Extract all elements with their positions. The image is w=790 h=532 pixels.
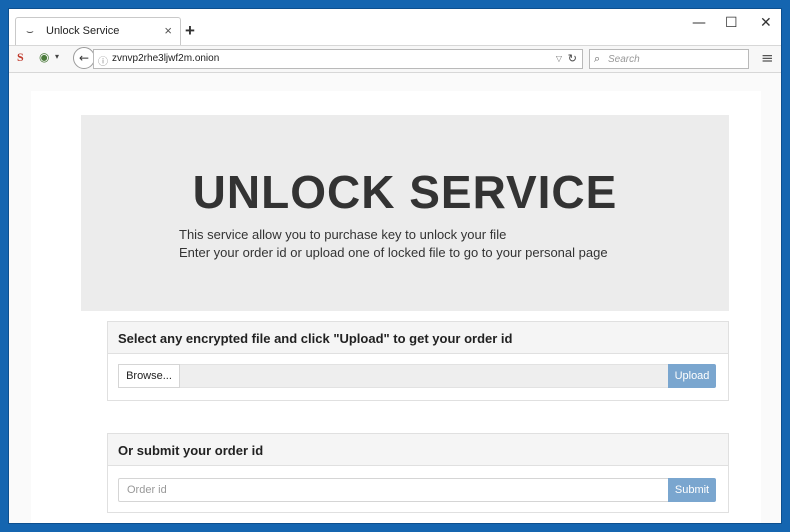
order-panel-heading: Or submit your order id bbox=[108, 434, 728, 466]
page-content: UNLOCK SERVICE This service allow you to… bbox=[9, 73, 781, 523]
tab-title: Unlock Service bbox=[46, 25, 120, 37]
upload-button[interactable]: Upload bbox=[668, 364, 716, 388]
tab-strip: ⌣ Unlock Service × + — ☐ ✕ bbox=[9, 9, 781, 45]
browser-toolbar: S ◉ ▾ ← ⓘ zvnvp2rhe3ljwf2m.onion ▽ ↻ ⌕ ≡ bbox=[9, 45, 781, 73]
order-id-row: Submit bbox=[118, 478, 718, 502]
browser-window: ⌣ Unlock Service × + — ☐ ✕ S ◉ ▾ ← ⓘ zvn… bbox=[8, 8, 782, 524]
intro-text-line-2: Enter your order id or upload one of loc… bbox=[179, 245, 608, 260]
page-container: UNLOCK SERVICE This service allow you to… bbox=[31, 91, 761, 523]
tor-loading-icon: ⌣ bbox=[26, 24, 34, 38]
onion-menu-caret-icon[interactable]: ▾ bbox=[55, 52, 59, 61]
address-bar[interactable]: ⓘ zvnvp2rhe3ljwf2m.onion ▽ ↻ bbox=[93, 49, 583, 69]
url-history-dropdown-icon[interactable]: ▽ bbox=[556, 54, 562, 63]
file-upload-row: Browse... Upload bbox=[118, 364, 718, 388]
order-id-input[interactable] bbox=[118, 478, 670, 502]
tor-onion-icon[interactable]: ◉ bbox=[39, 50, 49, 64]
close-window-icon[interactable]: ✕ bbox=[760, 15, 772, 31]
close-tab-icon[interactable]: × bbox=[164, 23, 172, 38]
selected-file-field[interactable] bbox=[180, 364, 670, 388]
intro-text-line-1: This service allow you to purchase key t… bbox=[179, 227, 507, 242]
page-title: UNLOCK SERVICE bbox=[192, 166, 618, 218]
tab-unlock-service[interactable]: ⌣ Unlock Service × bbox=[15, 17, 181, 45]
search-icon: ⌕ bbox=[594, 52, 601, 65]
back-button[interactable]: ← bbox=[73, 47, 95, 69]
security-level-icon[interactable]: S bbox=[17, 50, 24, 65]
upload-panel-title: Select any encrypted file and click "Upl… bbox=[118, 331, 513, 346]
maximize-icon[interactable]: ☐ bbox=[725, 15, 738, 31]
site-info-icon[interactable]: ⓘ bbox=[98, 53, 108, 68]
search-bar[interactable]: ⌕ bbox=[589, 49, 749, 69]
submit-button[interactable]: Submit bbox=[668, 478, 716, 502]
order-id-panel: Or submit your order id Submit bbox=[107, 433, 729, 513]
hero-section: UNLOCK SERVICE This service allow you to… bbox=[81, 115, 729, 311]
hamburger-menu-icon[interactable]: ≡ bbox=[761, 49, 774, 67]
search-input[interactable] bbox=[608, 52, 744, 66]
upload-panel: Select any encrypted file and click "Upl… bbox=[107, 321, 729, 401]
minimize-icon[interactable]: — bbox=[692, 15, 706, 31]
url-text[interactable]: zvnvp2rhe3ljwf2m.onion bbox=[112, 53, 219, 64]
order-panel-title: Or submit your order id bbox=[118, 443, 264, 458]
browse-button[interactable]: Browse... bbox=[118, 364, 180, 388]
upload-panel-heading: Select any encrypted file and click "Upl… bbox=[108, 322, 728, 354]
new-tab-button[interactable]: + bbox=[185, 21, 195, 41]
reload-icon[interactable]: ↻ bbox=[568, 52, 577, 65]
